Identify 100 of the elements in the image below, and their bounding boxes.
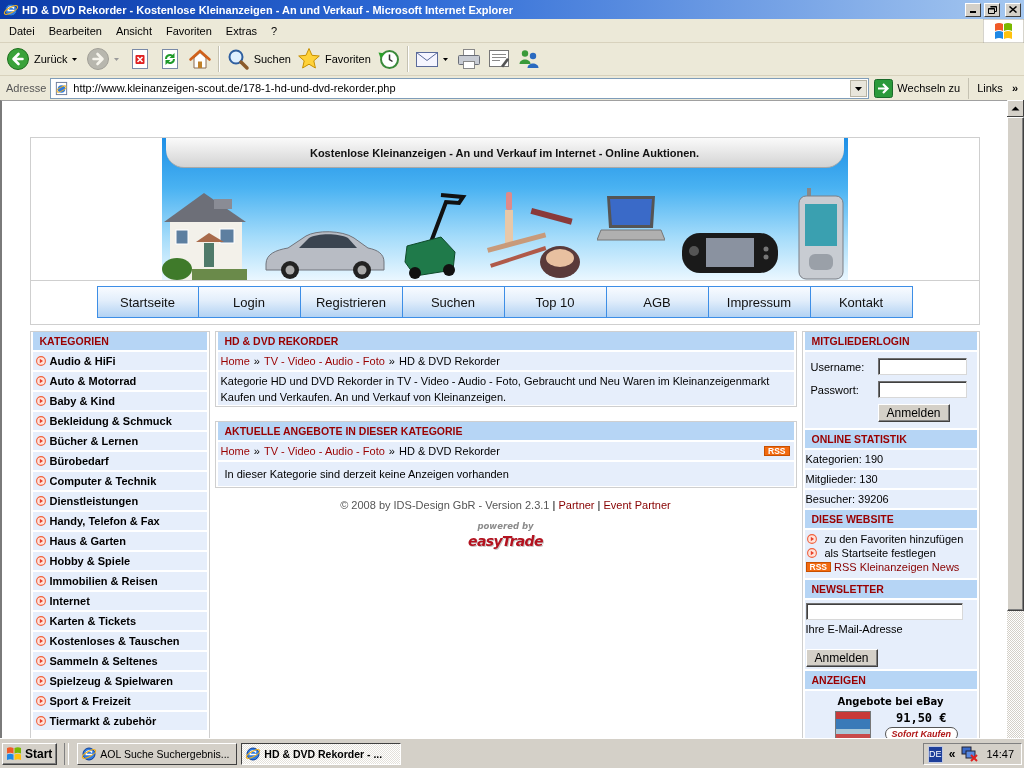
breadcrumb-separator: » xyxy=(388,445,395,457)
menu-item[interactable]: Datei xyxy=(2,21,42,40)
category-item[interactable]: Baby & Kind xyxy=(32,392,207,410)
category-item[interactable]: Sport & Freizeit xyxy=(32,692,207,710)
category-item[interactable]: Dienstleistungen xyxy=(32,492,207,510)
category-description: Kategorie HD und DVD Rekorder in TV - Video - Audio - Foto, Gebraucht und Neu Waren im Kleinanzeigenmarkt Kaufen und Verkaufen. An und Verkauf von Kleinanzeigen. xyxy=(217,372,794,405)
play-circle-icon xyxy=(806,548,817,558)
caret-icon[interactable] xyxy=(442,57,448,61)
clock: 14:47 xyxy=(986,748,1014,760)
breadcrumb-link[interactable]: TV - Video - Audio - Foto xyxy=(263,445,385,457)
menu-item[interactable]: Bearbeiten xyxy=(41,21,109,40)
restore-icon xyxy=(987,5,997,14)
category-item[interactable]: Auto & Motorrad xyxy=(32,372,207,390)
nav-button[interactable]: AGB xyxy=(606,286,709,318)
breadcrumb-link[interactable]: Home xyxy=(220,445,250,457)
footer-link[interactable]: Event Partner xyxy=(603,499,671,511)
category-item[interactable]: Karten & Tickets xyxy=(32,612,207,630)
play-circle-icon xyxy=(35,436,46,446)
nav-button[interactable]: Registrieren xyxy=(300,286,403,318)
close-button[interactable] xyxy=(1005,2,1021,17)
play-circle-icon xyxy=(35,476,46,486)
menu-item[interactable]: Favoriten xyxy=(159,21,219,40)
website-link[interactable]: zu den Favoriten hinzufügen xyxy=(805,532,976,546)
laptop-drawing xyxy=(597,194,666,242)
category-item[interactable]: Kostenloses & Tauschen xyxy=(32,632,207,650)
go-button[interactable]: Wechseln zu xyxy=(873,77,965,99)
banner-title: Kostenlose Kleinanzeigen - An und Verkauf im Internet - Online Auktionen. xyxy=(165,138,844,168)
network-icon[interactable] xyxy=(961,746,980,762)
search-button[interactable]: Suchen xyxy=(222,45,294,73)
nav-button[interactable]: Login xyxy=(198,286,301,318)
menu-item[interactable]: ? xyxy=(264,21,285,40)
nav-button[interactable]: Impressum xyxy=(708,286,811,318)
category-item[interactable]: Handy, Telefon & Fax xyxy=(32,512,207,530)
category-item[interactable]: Hobby & Spiele xyxy=(32,552,207,570)
start-button[interactable]: Start xyxy=(2,743,58,765)
links-button[interactable]: Links » xyxy=(968,77,1022,99)
easytrade-logo[interactable]: easyTrade xyxy=(468,532,543,550)
restore-button[interactable] xyxy=(984,2,1000,17)
menu-item[interactable]: Extras xyxy=(218,21,265,40)
home-icon[interactable] xyxy=(187,47,212,71)
breadcrumb-link[interactable]: TV - Video - Audio - Foto xyxy=(263,355,385,367)
page-icon xyxy=(54,80,70,96)
powered-by-caption: powered by xyxy=(477,521,534,532)
show-hidden-icons-button[interactable]: « xyxy=(947,747,957,761)
menu-item[interactable]: Ansicht xyxy=(108,21,159,40)
category-item[interactable]: Audio & HiFi xyxy=(32,352,207,370)
panel-header: NEWSLETTER xyxy=(804,580,977,598)
photo-placeholder[interactable] xyxy=(834,711,871,738)
breadcrumb-separator: » xyxy=(388,355,395,367)
scrollbar-track[interactable] xyxy=(1007,100,1024,738)
flag-icon xyxy=(983,19,1024,43)
breadcrumb-separator: » xyxy=(253,355,260,367)
email-field[interactable] xyxy=(805,603,963,620)
category-item[interactable]: Bürobedarf xyxy=(32,452,207,470)
play-circle-icon xyxy=(35,696,46,706)
nav-button[interactable]: Kontakt xyxy=(810,286,913,318)
username-field[interactable] xyxy=(877,358,967,375)
nav-button[interactable]: Startseite xyxy=(96,286,199,318)
password-field[interactable] xyxy=(877,381,967,398)
play-circle-icon xyxy=(35,356,46,366)
favorites-button[interactable]: Favoriten xyxy=(293,45,374,73)
category-item[interactable]: Internet xyxy=(32,592,207,610)
minimize-button[interactable] xyxy=(965,2,981,17)
play-circle-icon xyxy=(35,536,46,546)
footer-text: © 2008 by IDS-Design GbR - Version 2.3.1 | Partner | Event Partner xyxy=(339,498,672,512)
category-item[interactable]: Spielzeug & Spielwaren xyxy=(32,672,207,690)
stat-row: Besucher: 39206 xyxy=(804,490,977,508)
back-button[interactable]: Zurück xyxy=(3,45,71,73)
footer-link[interactable]: Partner xyxy=(558,499,595,511)
language-indicator[interactable]: DE xyxy=(927,745,943,763)
category-item[interactable]: Haus & Garten xyxy=(32,532,207,550)
category-item[interactable]: Tiermarkt & zubehör xyxy=(32,712,207,730)
panel-header: DIESE WEBSITE xyxy=(804,510,977,528)
history-icon[interactable] xyxy=(376,47,401,71)
category-item[interactable]: Immobilien & Reisen xyxy=(32,572,207,590)
category-item[interactable]: Bekleidung & Schmuck xyxy=(32,412,207,430)
play-circle-icon xyxy=(35,416,46,426)
scrollbar-thumb[interactable] xyxy=(1007,117,1024,611)
nav-button[interactable]: Suchen xyxy=(402,286,505,318)
caret-icon[interactable] xyxy=(71,57,77,61)
category-item[interactable]: Computer & Technik xyxy=(32,472,207,490)
play-circle-icon xyxy=(806,534,817,544)
subscribe-button[interactable]: Anmelden xyxy=(805,649,878,667)
printer-icon[interactable] xyxy=(456,47,481,71)
nav-button[interactable]: Top 10 xyxy=(504,286,607,318)
play-circle-icon xyxy=(35,636,46,646)
address-field[interactable]: http://www.kleinanzeigen-scout.de/178-1-hd-und-dvd-rekorder.php xyxy=(50,77,870,99)
category-item[interactable]: Sammeln & Seltenes xyxy=(32,652,207,670)
submit-button[interactable]: Anmelden xyxy=(877,404,950,422)
taskbar-button[interactable]: AOL Suche Suchergebnis... xyxy=(77,743,238,765)
website-link[interactable]: als Startseite festlegen xyxy=(805,546,976,560)
rss-link[interactable]: RSS Kleinanzeigen News xyxy=(834,560,960,574)
empty-message: In dieser Kategorie sind derzeit keine Anzeigen vorhanden xyxy=(217,462,794,486)
taskbar-button[interactable]: HD & DVD Rekorder - ... xyxy=(241,743,402,765)
play-circle-icon xyxy=(35,396,46,406)
breadcrumb-link[interactable]: Home xyxy=(220,355,250,367)
address-label: Adresse xyxy=(6,82,47,94)
category-item[interactable]: Bücher & Lernen xyxy=(32,432,207,450)
scroll-up-arrow-icon[interactable] xyxy=(1007,100,1024,117)
play-circle-icon xyxy=(35,596,46,606)
